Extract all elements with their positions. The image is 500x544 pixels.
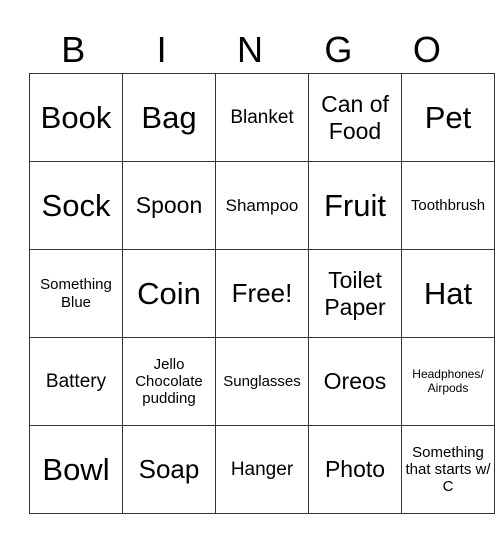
bingo-row: Bowl Soap Hanger Photo Something that st… xyxy=(29,425,495,514)
bingo-cell[interactable]: Shampoo xyxy=(215,161,309,250)
bingo-row: Battery Jello Chocolate pudding Sunglass… xyxy=(29,337,495,426)
bingo-cell[interactable]: Something that starts w/ C xyxy=(401,425,495,514)
bingo-header: B I N G O xyxy=(29,26,471,74)
bingo-cell[interactable]: Photo xyxy=(308,425,402,514)
bingo-cell[interactable]: Hat xyxy=(401,249,495,338)
bingo-cell[interactable]: Headphones/ Airpods xyxy=(401,337,495,426)
bingo-cell[interactable]: Pet xyxy=(401,73,495,162)
bingo-cell[interactable]: Sock xyxy=(29,161,123,250)
bingo-cell[interactable]: Fruit xyxy=(308,161,402,250)
bingo-cell[interactable]: Battery xyxy=(29,337,123,426)
free-space[interactable]: Free! xyxy=(215,249,309,338)
bingo-cell[interactable]: Toilet Paper xyxy=(308,249,402,338)
bingo-cell[interactable]: Soap xyxy=(122,425,216,514)
bingo-cell[interactable]: Bowl xyxy=(29,425,123,514)
bingo-cell[interactable]: Hanger xyxy=(215,425,309,514)
bingo-cell[interactable]: Bag xyxy=(122,73,216,162)
header-letter-n: N xyxy=(237,29,264,70)
bingo-card: Book Bag Blanket Can of Food Pet Sock Sp… xyxy=(29,73,495,514)
bingo-cell[interactable]: Blanket xyxy=(215,73,309,162)
header-letter-b: B xyxy=(61,29,86,70)
bingo-cell[interactable]: Coin xyxy=(122,249,216,338)
bingo-row: Sock Spoon Shampoo Fruit Toothbrush xyxy=(29,161,495,250)
bingo-cell[interactable]: Something Blue xyxy=(29,249,123,338)
bingo-cell[interactable]: Toothbrush xyxy=(401,161,495,250)
bingo-row: Book Bag Blanket Can of Food Pet xyxy=(29,73,495,162)
header-letter-i: I xyxy=(156,29,167,70)
bingo-cell[interactable]: Spoon xyxy=(122,161,216,250)
header-letter-o: O xyxy=(412,29,441,70)
bingo-cell[interactable]: Can of Food xyxy=(308,73,402,162)
bingo-cell[interactable]: Oreos xyxy=(308,337,402,426)
bingo-cell[interactable]: Book xyxy=(29,73,123,162)
bingo-cell[interactable]: Jello Chocolate pudding xyxy=(122,337,216,426)
bingo-row: Something Blue Coin Free! Toilet Paper H… xyxy=(29,249,495,338)
bingo-cell[interactable]: Sunglasses xyxy=(215,337,309,426)
header-letter-g: G xyxy=(324,29,353,70)
